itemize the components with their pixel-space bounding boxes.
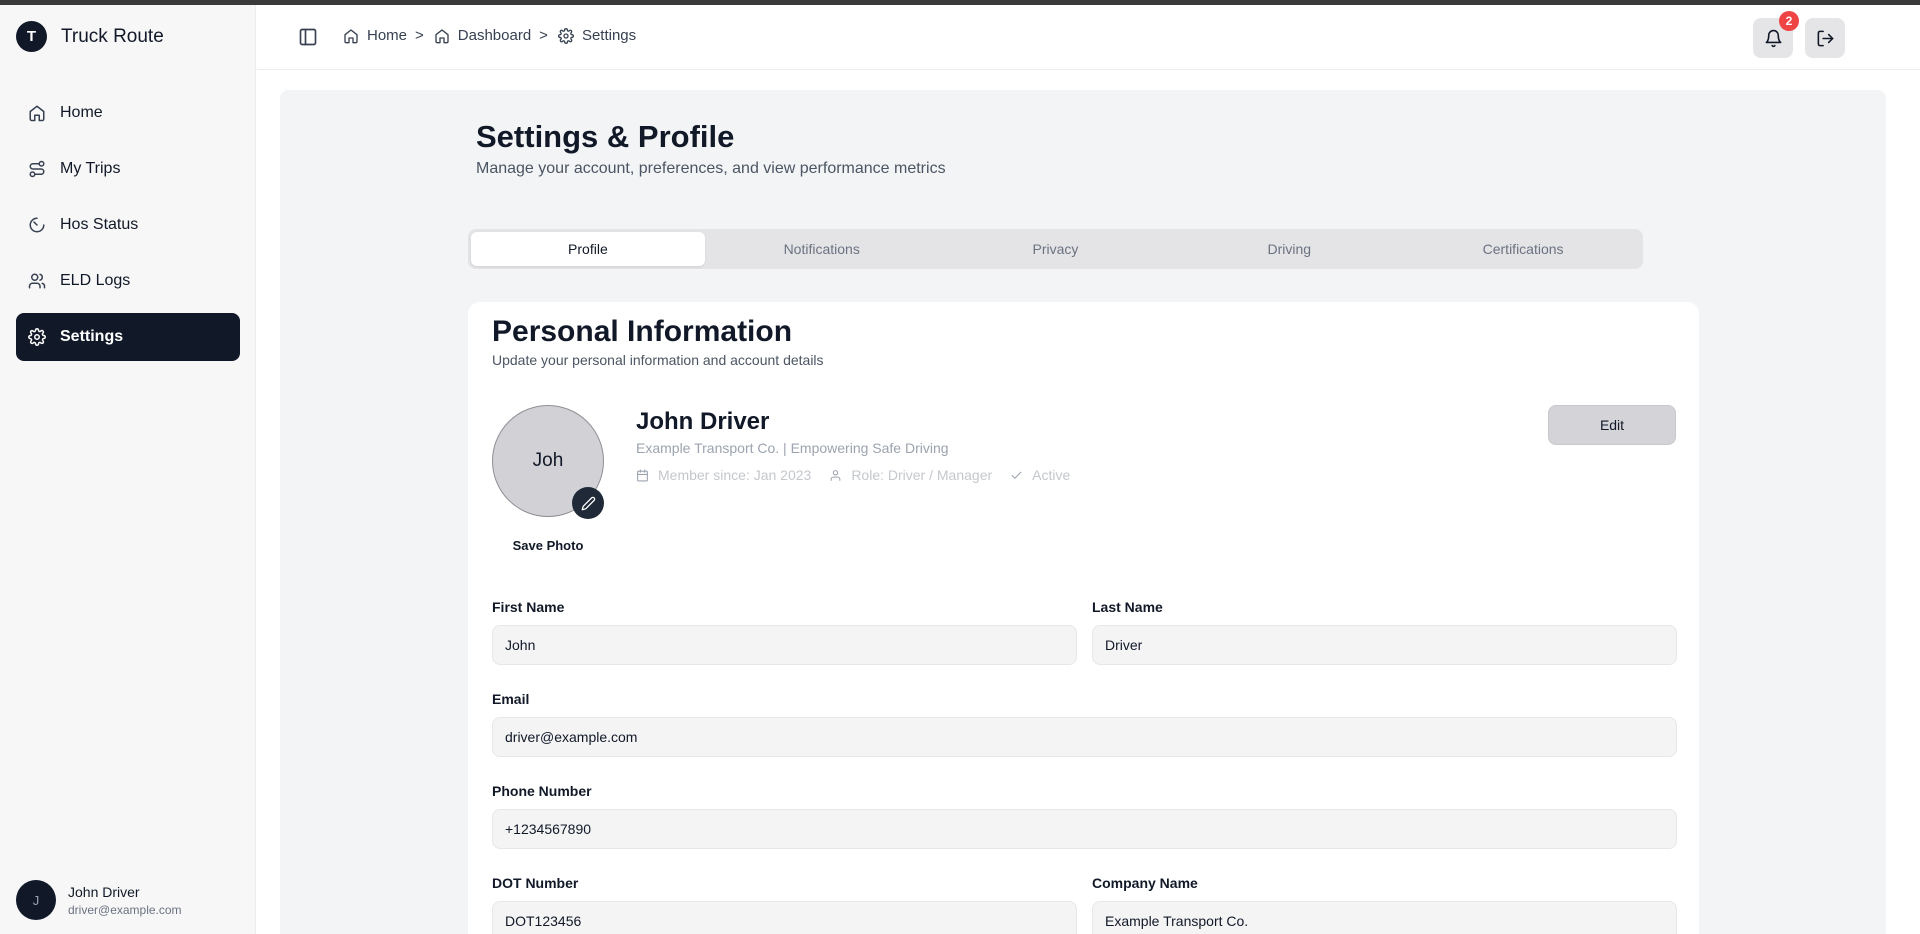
home-icon (435, 28, 449, 43)
breadcrumb-dashboard[interactable]: Dashboard (434, 27, 531, 44)
dot-number-label: DOT Number (492, 875, 579, 891)
sidebar-toggle-icon[interactable] (298, 27, 318, 47)
company-name-field[interactable]: Example Transport Co. (1092, 901, 1677, 934)
breadcrumb-separator: > (415, 27, 424, 44)
avatar: J (16, 880, 56, 920)
route-icon (28, 160, 46, 178)
tab-certifications[interactable]: Certifications (1406, 232, 1640, 266)
sidebar-nav: Home My Trips Hos Status ELD Logs Settin… (16, 89, 240, 369)
tab-privacy[interactable]: Privacy (939, 232, 1173, 266)
logout-button[interactable] (1805, 18, 1845, 58)
breadcrumb-label: Home (367, 27, 408, 44)
email-field[interactable]: driver@example.com (492, 717, 1677, 757)
tab-driving[interactable]: Driving (1172, 232, 1406, 266)
user-card[interactable]: J John Driver driver@example.com (16, 880, 182, 920)
sidebar-item-label: My Trips (60, 160, 121, 177)
sidebar-item-label: Home (60, 104, 103, 121)
profile-avatar: Joh (492, 405, 604, 519)
first-name-field[interactable]: John (492, 625, 1077, 665)
home-icon (344, 28, 358, 43)
last-name-field[interactable]: Driver (1092, 625, 1677, 665)
logout-icon (1817, 30, 1833, 46)
last-name-label: Last Name (1092, 599, 1163, 615)
tab-notifications[interactable]: Notifications (705, 232, 939, 266)
breadcrumb-label: Dashboard (457, 27, 532, 44)
sidebar-item-hos-status[interactable]: Hos Status (16, 201, 240, 249)
page-subtitle: Manage your account, preferences, and vi… (476, 160, 946, 177)
notifications-button[interactable]: 2 (1753, 11, 1799, 58)
user-name: John Driver (68, 883, 140, 900)
breadcrumb-home[interactable]: Home (343, 27, 407, 44)
first-name-label: First Name (492, 599, 565, 615)
breadcrumb-settings[interactable]: Settings (558, 27, 636, 44)
bell-icon (1765, 29, 1781, 47)
breadcrumb-separator: > (539, 27, 548, 44)
sidebar: T Truck Route Home My Trips Hos Status E… (0, 5, 256, 934)
status-text: Active (1032, 467, 1071, 483)
user-role: Role: Driver / Manager (829, 467, 992, 483)
brand-name: Truck Route (61, 25, 164, 47)
save-photo-button[interactable]: Save Photo (492, 538, 604, 553)
member-since-text: Member since: Jan 2023 (658, 467, 812, 483)
sidebar-item-label: Settings (60, 328, 124, 345)
edit-photo-button[interactable] (572, 487, 604, 519)
email-label: Email (492, 691, 530, 707)
card-title: Personal Information (492, 315, 793, 348)
top-header: Home > Dashboard > Settings 2 (257, 5, 1920, 70)
edit-button[interactable]: Edit (1548, 405, 1676, 445)
gear-icon (558, 27, 574, 44)
brand-logo: T (16, 21, 47, 52)
page-title: Settings & Profile (476, 119, 735, 154)
settings-tabs: Profile Notifications Privacy Driving Ce… (468, 229, 1643, 269)
gauge-icon (28, 216, 46, 234)
sidebar-item-label: Hos Status (60, 216, 139, 233)
sidebar-item-my-trips[interactable]: My Trips (16, 145, 240, 193)
notification-badge: 2 (1779, 11, 1799, 31)
check-icon (1011, 471, 1022, 479)
brand[interactable]: T Truck Route (16, 21, 164, 52)
sidebar-item-eld-logs[interactable]: ELD Logs (16, 257, 240, 305)
users-icon (28, 272, 46, 290)
personal-information-card: Personal Information Update your persona… (468, 302, 1699, 934)
profile-company: Example Transport Co. | Empowering Safe … (636, 440, 949, 456)
tab-profile[interactable]: Profile (471, 232, 705, 266)
sidebar-item-settings[interactable]: Settings (16, 313, 240, 361)
profile-name: John Driver (636, 408, 770, 435)
home-icon (28, 104, 46, 122)
gear-icon (28, 328, 46, 346)
phone-field[interactable]: +1234567890 (492, 809, 1677, 849)
calendar-icon (637, 469, 648, 481)
breadcrumb-label: Settings (581, 27, 637, 44)
user-role-text: Role: Driver / Manager (851, 467, 993, 483)
breadcrumb: Home > Dashboard > Settings (343, 27, 636, 44)
user-email: driver@example.com (68, 902, 182, 917)
phone-label: Phone Number (492, 783, 592, 799)
member-since: Member since: Jan 2023 (636, 467, 811, 483)
profile-meta: Member since: Jan 2023 Role: Driver / Ma… (636, 467, 1088, 483)
status-badge: Active (1010, 467, 1070, 483)
user-icon (830, 469, 841, 481)
card-subtitle: Update your personal information and acc… (492, 352, 824, 368)
sidebar-item-label: ELD Logs (60, 272, 131, 289)
company-name-label: Company Name (1092, 875, 1198, 891)
dot-number-field[interactable]: DOT123456 (492, 901, 1077, 934)
sidebar-item-home[interactable]: Home (16, 89, 240, 137)
pencil-icon (581, 496, 595, 510)
